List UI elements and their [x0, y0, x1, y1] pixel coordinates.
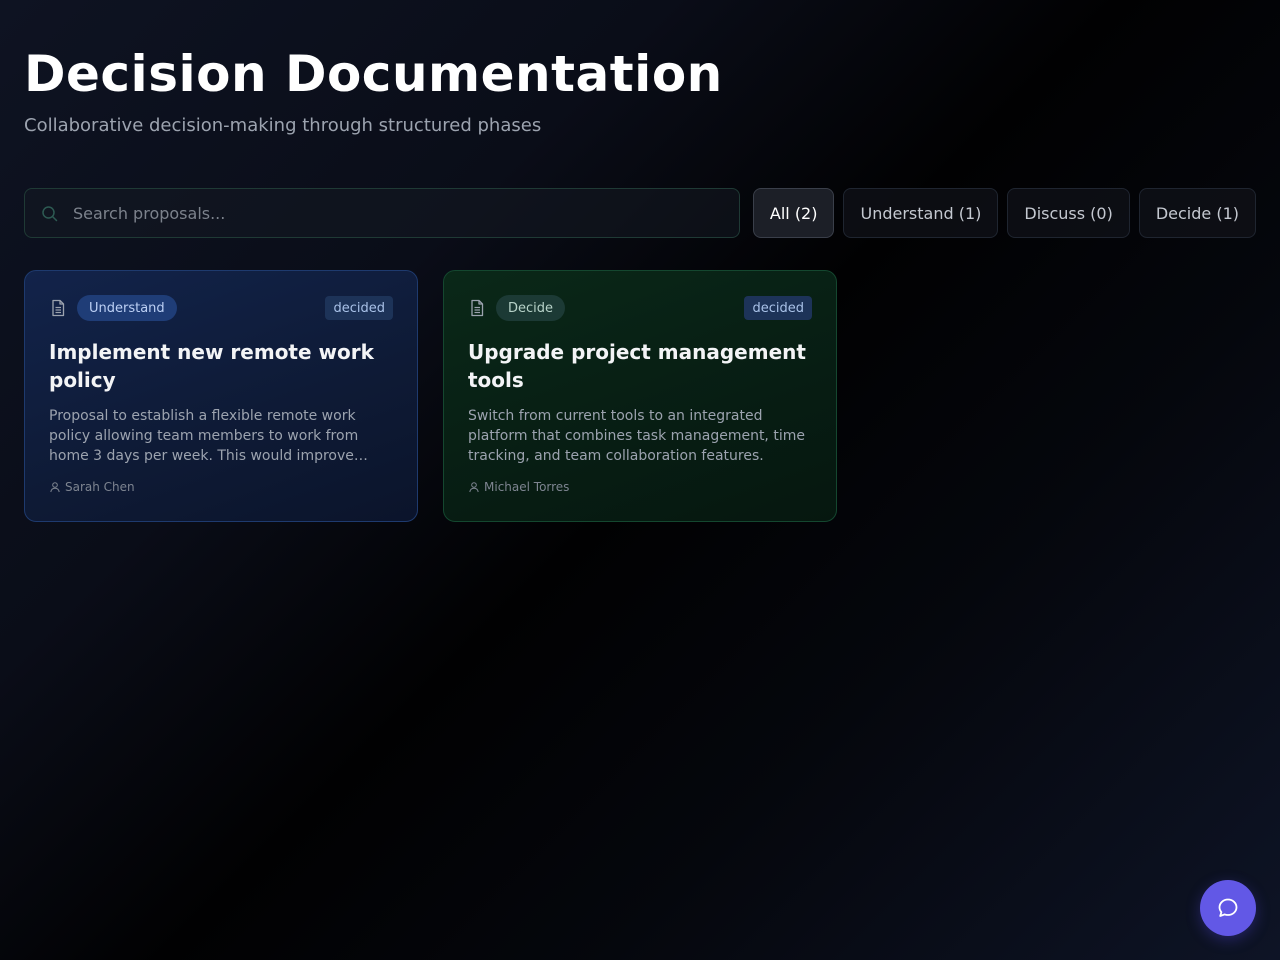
filter-all-button[interactable]: All (2) [752, 188, 835, 238]
document-icon [49, 299, 67, 317]
search-input[interactable] [73, 189, 723, 237]
search-icon [41, 205, 59, 223]
card-header: Decide decided [468, 295, 812, 321]
phase-badge: Decide [496, 295, 566, 321]
page-subtitle: Collaborative decision-making through st… [24, 115, 542, 136]
card-title: Upgrade project management tools [468, 340, 806, 392]
search-box [24, 188, 740, 238]
phase-badge: Understand [77, 295, 177, 321]
document-icon [468, 299, 486, 317]
author-name: Sarah Chen [65, 480, 135, 494]
page-title: Decision Documentation [24, 45, 723, 103]
author-name: Michael Torres [484, 480, 570, 494]
card-title: Implement new remote work policy [49, 340, 374, 392]
filter-discuss-button[interactable]: Discuss (0) [1007, 188, 1130, 238]
card-header-left: Decide [468, 295, 566, 321]
user-icon [49, 481, 61, 493]
user-icon [468, 481, 480, 493]
chat-bubble-icon [1216, 896, 1240, 920]
proposal-card[interactable]: Understand decided Implement new remote … [24, 270, 418, 522]
card-header-left: Understand [49, 295, 177, 321]
card-description: Proposal to establish a flexible remote … [49, 408, 359, 464]
card-author: Michael Torres [468, 480, 812, 494]
chat-button[interactable] [1200, 880, 1256, 936]
card-description: Switch from current tools to an integrat… [468, 408, 805, 464]
status-badge: decided [744, 296, 812, 320]
filter-decide-button[interactable]: Decide (1) [1138, 188, 1256, 238]
card-author: Sarah Chen [49, 480, 393, 494]
card-header: Understand decided [49, 295, 393, 321]
filter-understand-button[interactable]: Understand (1) [843, 188, 999, 238]
filter-group: All (2) Understand (1) Discuss (0) Decid… [752, 188, 1256, 238]
proposal-card[interactable]: Decide decided Upgrade project managemen… [443, 270, 837, 522]
status-badge: decided [325, 296, 393, 320]
